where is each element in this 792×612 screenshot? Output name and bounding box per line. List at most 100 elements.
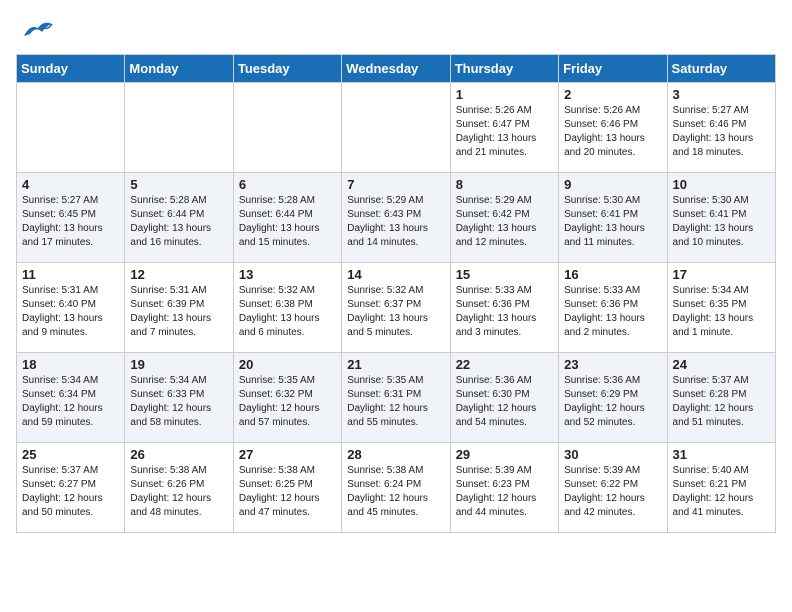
cell-details: Sunrise: 5:26 AM Sunset: 6:47 PM Dayligh… [456,104,553,160]
day-number: 15 [456,267,553,282]
calendar-cell [17,83,125,173]
day-number: 18 [22,357,119,372]
cell-details: Sunrise: 5:37 AM Sunset: 6:27 PM Dayligh… [22,464,119,520]
calendar-cell [342,83,450,173]
cell-details: Sunrise: 5:33 AM Sunset: 6:36 PM Dayligh… [456,284,553,340]
day-number: 8 [456,177,553,192]
day-number: 29 [456,447,553,462]
cell-details: Sunrise: 5:34 AM Sunset: 6:35 PM Dayligh… [673,284,770,340]
calendar-cell: 23Sunrise: 5:36 AM Sunset: 6:29 PM Dayli… [559,353,667,443]
calendar-cell: 19 Sunrise: 5:34 AM Sunset: 6:33 PM Dayli… [125,353,233,443]
column-header-thursday: Thursday [450,55,558,83]
calendar-cell: 31 Sunrise: 5:40 AM Sunset: 6:21 PM Dayli… [667,443,775,533]
calendar-cell: 21 Sunrise: 5:35 AM Sunset: 6:31 PM Dayli… [342,353,450,443]
column-header-monday: Monday [125,55,233,83]
calendar-cell: 13 Sunrise: 5:32 AM Sunset: 6:38 PM Dayli… [233,263,341,353]
cell-details: Sunrise: 5:27 AM Sunset: 6:45 PM Dayligh… [22,194,119,250]
calendar-cell: 1 Sunrise: 5:26 AM Sunset: 6:47 PM Daylig… [450,83,558,173]
cell-details: Sunrise: 5:35 AM Sunset: 6:31 PM Dayligh… [347,374,444,430]
cell-details: Sunrise: 5:32 AM Sunset: 6:38 PM Dayligh… [239,284,336,340]
cell-details: Sunrise: 5:36 AM Sunset: 6:30 PM Dayligh… [456,374,553,430]
logo-bird-icon [16,16,54,44]
day-number: 3 [673,87,770,102]
cell-details: Sunrise: 5:34 AM Sunset: 6:34 PM Dayligh… [22,374,119,430]
calendar-cell: 15 Sunrise: 5:33 AM Sunset: 6:36 PM Dayli… [450,263,558,353]
day-number: 1 [456,87,553,102]
calendar-cell: 28 Sunrise: 5:38 AM Sunset: 6:24 PM Dayli… [342,443,450,533]
calendar-cell: 3 Sunrise: 5:27 AM Sunset: 6:46 PM Daylig… [667,83,775,173]
calendar-cell: 27Sunrise: 5:38 AM Sunset: 6:25 PM Dayli… [233,443,341,533]
calendar-week-2: 4 Sunrise: 5:27 AM Sunset: 6:45 PM Daylig… [17,173,776,263]
cell-details: Sunrise: 5:29 AM Sunset: 6:43 PM Dayligh… [347,194,444,250]
cell-details: Sunrise: 5:38 AM Sunset: 6:24 PM Dayligh… [347,464,444,520]
calendar-cell: 5 Sunrise: 5:28 AM Sunset: 6:44 PM Daylig… [125,173,233,263]
day-number: 17 [673,267,770,282]
calendar-table: SundayMondayTuesdayWednesdayThursdayFrid… [16,54,776,533]
cell-details: Sunrise: 5:36 AM Sunset: 6:29 PM Dayligh… [564,374,661,430]
cell-details: Sunrise: 5:30 AM Sunset: 6:41 PM Dayligh… [564,194,661,250]
day-number: 20 [239,357,336,372]
cell-details: Sunrise: 5:27 AM Sunset: 6:46 PM Dayligh… [673,104,770,160]
cell-details: Sunrise: 5:26 AM Sunset: 6:46 PM Dayligh… [564,104,661,160]
calendar-cell: 25 Sunrise: 5:37 AM Sunset: 6:27 PM Dayli… [17,443,125,533]
day-number: 27 [239,447,336,462]
calendar-cell: 10 Sunrise: 5:30 AM Sunset: 6:41 PM Dayli… [667,173,775,263]
column-header-tuesday: Tuesday [233,55,341,83]
calendar-cell: 24 Sunrise: 5:37 AM Sunset: 6:28 PM Dayli… [667,353,775,443]
cell-details: Sunrise: 5:35 AM Sunset: 6:32 PM Dayligh… [239,374,336,430]
calendar-cell: 2 Sunrise: 5:26 AM Sunset: 6:46 PM Daylig… [559,83,667,173]
day-number: 4 [22,177,119,192]
cell-details: Sunrise: 5:28 AM Sunset: 6:44 PM Dayligh… [130,194,227,250]
calendar-week-1: 1 Sunrise: 5:26 AM Sunset: 6:47 PM Daylig… [17,83,776,173]
logo [16,16,58,44]
day-number: 5 [130,177,227,192]
cell-details: Sunrise: 5:31 AM Sunset: 6:40 PM Dayligh… [22,284,119,340]
day-number: 2 [564,87,661,102]
cell-details: Sunrise: 5:30 AM Sunset: 6:41 PM Dayligh… [673,194,770,250]
column-header-friday: Friday [559,55,667,83]
day-number: 11 [22,267,119,282]
day-number: 13 [239,267,336,282]
calendar-cell: 20 Sunrise: 5:35 AM Sunset: 6:32 PM Dayli… [233,353,341,443]
day-number: 6 [239,177,336,192]
cell-details: Sunrise: 5:37 AM Sunset: 6:28 PM Dayligh… [673,374,770,430]
calendar-week-5: 25 Sunrise: 5:37 AM Sunset: 6:27 PM Dayli… [17,443,776,533]
cell-details: Sunrise: 5:40 AM Sunset: 6:21 PM Dayligh… [673,464,770,520]
calendar-cell: 29Sunrise: 5:39 AM Sunset: 6:23 PM Dayli… [450,443,558,533]
calendar-cell: 22 Sunrise: 5:36 AM Sunset: 6:30 PM Dayli… [450,353,558,443]
calendar-header: SundayMondayTuesdayWednesdayThursdayFrid… [17,55,776,83]
day-number: 21 [347,357,444,372]
calendar-cell: 17 Sunrise: 5:34 AM Sunset: 6:35 PM Dayli… [667,263,775,353]
day-number: 25 [22,447,119,462]
calendar-cell: 30Sunrise: 5:39 AM Sunset: 6:22 PM Dayli… [559,443,667,533]
calendar-cell [125,83,233,173]
column-header-sunday: Sunday [17,55,125,83]
cell-details: Sunrise: 5:29 AM Sunset: 6:42 PM Dayligh… [456,194,553,250]
column-header-wednesday: Wednesday [342,55,450,83]
calendar-cell: 7 Sunrise: 5:29 AM Sunset: 6:43 PM Daylig… [342,173,450,263]
calendar-cell: 14Sunrise: 5:32 AM Sunset: 6:37 PM Dayli… [342,263,450,353]
cell-details: Sunrise: 5:34 AM Sunset: 6:33 PM Dayligh… [130,374,227,430]
day-number: 28 [347,447,444,462]
day-number: 7 [347,177,444,192]
page-header [16,16,776,44]
cell-details: Sunrise: 5:38 AM Sunset: 6:26 PM Dayligh… [130,464,227,520]
day-number: 12 [130,267,227,282]
calendar-cell: 16Sunrise: 5:33 AM Sunset: 6:36 PM Dayli… [559,263,667,353]
day-number: 26 [130,447,227,462]
cell-details: Sunrise: 5:39 AM Sunset: 6:22 PM Dayligh… [564,464,661,520]
cell-details: Sunrise: 5:31 AM Sunset: 6:39 PM Dayligh… [130,284,227,340]
day-number: 22 [456,357,553,372]
day-number: 14 [347,267,444,282]
day-number: 24 [673,357,770,372]
day-number: 31 [673,447,770,462]
day-number: 19 [130,357,227,372]
calendar-cell: 12 Sunrise: 5:31 AM Sunset: 6:39 PM Dayli… [125,263,233,353]
day-number: 10 [673,177,770,192]
calendar-cell: 8 Sunrise: 5:29 AM Sunset: 6:42 PM Daylig… [450,173,558,263]
calendar-cell: 26 Sunrise: 5:38 AM Sunset: 6:26 PM Dayli… [125,443,233,533]
calendar-cell: 9Sunrise: 5:30 AM Sunset: 6:41 PM Daylig… [559,173,667,263]
cell-details: Sunrise: 5:28 AM Sunset: 6:44 PM Dayligh… [239,194,336,250]
calendar-week-3: 11 Sunrise: 5:31 AM Sunset: 6:40 PM Dayli… [17,263,776,353]
calendar-cell [233,83,341,173]
